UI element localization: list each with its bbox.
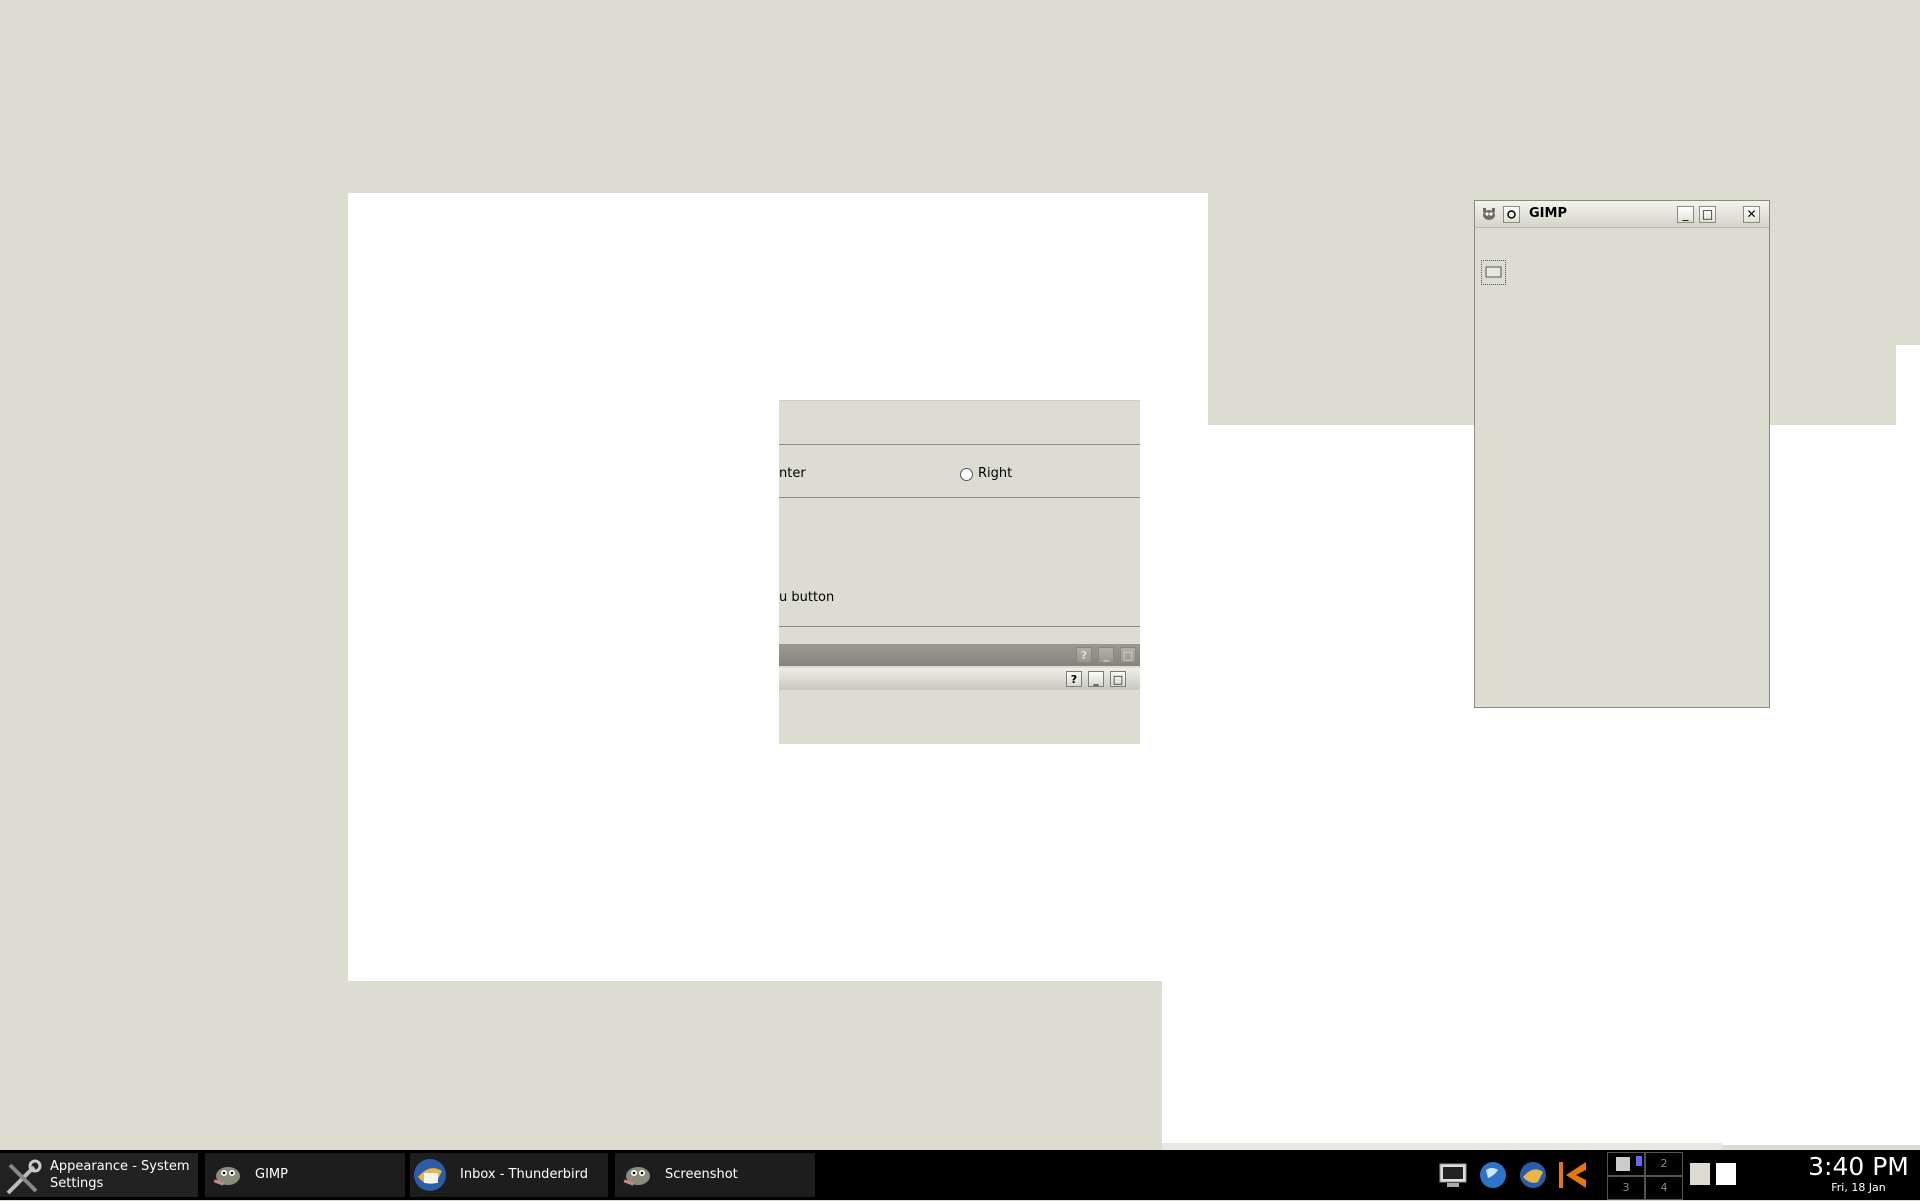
- radio-right[interactable]: [960, 468, 973, 481]
- rect-select-tool-icon[interactable]: [1481, 260, 1506, 285]
- task-label: Inbox - Thunderbird: [460, 1167, 589, 1182]
- alignment-dialog: nter Right u button ? _ □ ? _ □: [779, 400, 1140, 744]
- menu-button-label[interactable]: u button: [779, 590, 834, 605]
- maximize-button[interactable]: □: [1699, 206, 1716, 223]
- white-ledge: [1896, 345, 1920, 425]
- thunderbird-icon: [412, 1157, 448, 1193]
- task-label: GIMP: [255, 1167, 288, 1182]
- help-button[interactable]: ?: [1076, 647, 1092, 663]
- window-title: GIMP: [1529, 206, 1567, 221]
- window-titlebar[interactable]: GIMP _ □ ✕: [1475, 201, 1769, 228]
- workspace-4[interactable]: 4: [1645, 1176, 1683, 1200]
- workspace-2[interactable]: 2: [1645, 1152, 1683, 1176]
- workspace-1[interactable]: [1607, 1152, 1645, 1176]
- gimp-icon[interactable]: [1481, 206, 1497, 222]
- divider: [779, 497, 1140, 498]
- divider: [779, 444, 1140, 445]
- gimp-icon: [208, 1159, 240, 1191]
- workspace-3[interactable]: 3: [1607, 1176, 1645, 1200]
- close-button[interactable]: ✕: [1743, 206, 1760, 223]
- show-desktop-icon[interactable]: [1716, 1163, 1736, 1185]
- task-label: Appearance - System: [50, 1159, 190, 1174]
- task-label: Settings: [50, 1176, 104, 1191]
- divider: [779, 626, 1140, 627]
- help-button[interactable]: ?: [1066, 671, 1082, 687]
- task-appearance-settings[interactable]: Appearance - System Settings: [0, 1153, 198, 1197]
- browser-globe-icon[interactable]: [1478, 1160, 1508, 1190]
- task-label: Screenshot: [665, 1167, 738, 1182]
- maximize-button[interactable]: □: [1110, 671, 1126, 687]
- clock[interactable]: 3:40 PM Fri, 18 Jan: [1797, 1150, 1920, 1200]
- clock-date: Fri, 18 Jan: [1831, 1181, 1886, 1194]
- maximize-button[interactable]: □: [1120, 647, 1136, 663]
- radio-right-label[interactable]: Right: [978, 466, 1012, 481]
- show-desktop-icon[interactable]: [1690, 1163, 1710, 1185]
- light-bottom-line: [1162, 1143, 1722, 1150]
- terminal-icon[interactable]: [1438, 1160, 1468, 1190]
- thunderbird-icon[interactable]: [1518, 1160, 1548, 1190]
- task-screenshot[interactable]: Screenshot: [615, 1153, 815, 1197]
- back-arrow-icon[interactable]: [1558, 1160, 1588, 1190]
- minimize-button[interactable]: _: [1677, 206, 1694, 223]
- titlebar-preview-active: ? _ □: [779, 668, 1140, 690]
- window-menu-button[interactable]: [1503, 206, 1520, 223]
- taskbar: Appearance - System Settings GIMP Inbox …: [0, 1150, 1920, 1200]
- minimize-button[interactable]: _: [1098, 647, 1114, 663]
- titlebar-preview-inactive: ? _ □: [779, 644, 1140, 666]
- minimize-button[interactable]: _: [1088, 671, 1104, 687]
- task-thunderbird[interactable]: Inbox - Thunderbird: [410, 1153, 608, 1197]
- wrench-screwdriver-icon: [4, 1159, 42, 1195]
- radio-center-label[interactable]: nter: [779, 466, 806, 481]
- task-gimp[interactable]: GIMP: [205, 1153, 405, 1197]
- clock-time: 3:40 PM: [1808, 1152, 1909, 1181]
- gimp-icon: [618, 1159, 650, 1191]
- gimp-toolbox-window: GIMP _ □ ✕: [1474, 200, 1770, 708]
